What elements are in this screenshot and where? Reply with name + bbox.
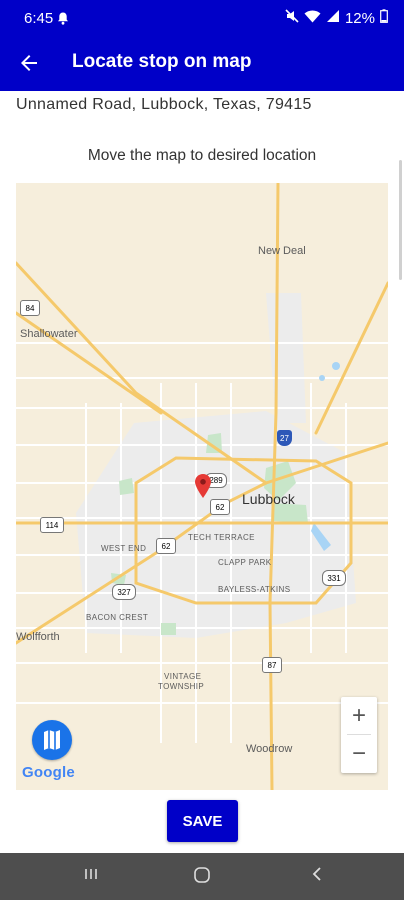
route-shield-87: 87: [262, 657, 282, 673]
back-arrow-icon[interactable]: [17, 51, 41, 75]
status-bar: 6:45 12%: [0, 0, 404, 36]
map-label-west-end: WEST END: [101, 544, 147, 553]
recent-apps-icon[interactable]: [82, 865, 100, 888]
back-nav-icon[interactable]: [308, 865, 326, 888]
page-title: Locate stop on map: [72, 51, 252, 72]
app-bar: Locate stop on map: [0, 36, 404, 91]
address-text: Unnamed Road, Lubbock, Texas, 79415: [16, 96, 312, 113]
map-label-wolfforth: Wolfforth: [16, 631, 60, 643]
battery-icon: [380, 9, 388, 27]
location-pin-icon[interactable]: [195, 474, 211, 503]
route-shield-114: 114: [40, 517, 64, 533]
route-shield-331: 331: [322, 570, 346, 586]
route-shield-327: 327: [112, 584, 136, 600]
scrollbar[interactable]: [399, 160, 402, 280]
map-label-vintage: VINTAGE: [164, 672, 202, 681]
route-shield-62b: 62: [156, 538, 176, 554]
save-button[interactable]: SAVE: [167, 800, 238, 842]
battery-level: 12%: [344, 9, 375, 27]
map-label-woodrow: Woodrow: [246, 743, 293, 755]
mute-icon: [285, 9, 299, 27]
google-maps-icon[interactable]: [32, 720, 72, 760]
zoom-out-button[interactable]: −: [341, 735, 377, 772]
google-wordmark: Google: [22, 764, 75, 781]
route-shield-84: 84: [20, 300, 40, 316]
map-label-lubbock: Lubbock: [242, 491, 295, 507]
notification-bell-icon: [57, 12, 69, 30]
map-view[interactable]: New Deal Shallowater Lubbock TECH TERRAC…: [16, 183, 388, 790]
system-navigation-bar: [0, 853, 404, 900]
map-label-bayless-atkins: BAYLESS-ATKINS: [218, 585, 291, 594]
map-label-shallowater: Shallowater: [20, 328, 78, 340]
map-label-new-deal: New Deal: [258, 245, 306, 257]
status-time: 6:45: [24, 10, 54, 27]
route-shield-62: 62: [210, 499, 230, 515]
route-shield-27: 27: [277, 430, 292, 446]
zoom-controls: + −: [341, 697, 377, 773]
map-label-clapp-park: CLAPP PARK: [218, 558, 272, 567]
map-label-township: TOWNSHIP: [158, 682, 205, 691]
map-label-bacon-crest: BACON CREST: [86, 613, 149, 622]
home-icon[interactable]: [192, 865, 212, 890]
instruction-text: Move the map to desired location: [87, 147, 317, 164]
wifi-icon: [304, 10, 321, 27]
signal-icon: [326, 9, 340, 27]
google-attribution: Google: [22, 764, 75, 781]
map-label-tech-terrace: TECH TERRACE: [188, 533, 255, 542]
zoom-in-button[interactable]: +: [341, 697, 377, 734]
